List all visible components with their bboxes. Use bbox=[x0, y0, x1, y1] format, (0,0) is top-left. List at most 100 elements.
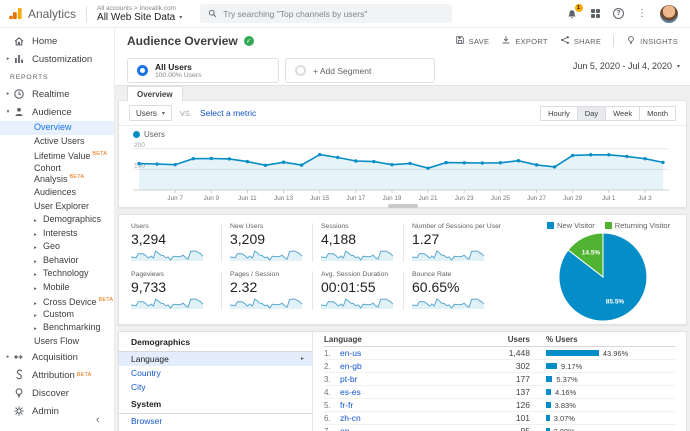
sidebar-item-mobile[interactable]: ▸Mobile bbox=[0, 281, 114, 295]
sidebar-item-overview[interactable]: Overview bbox=[0, 121, 114, 135]
sidebar-item-home[interactable]: Home bbox=[0, 32, 114, 50]
dimension-country[interactable]: Country bbox=[119, 366, 312, 380]
metric-value: 4,188 bbox=[321, 231, 397, 247]
language-link[interactable]: fr-fr bbox=[340, 400, 470, 410]
sidebar-item-lifetime-value[interactable]: Lifetime ValueBETA bbox=[0, 148, 114, 162]
language-link[interactable]: zh-cn bbox=[340, 413, 470, 423]
sidebar-item-users-flow[interactable]: Users Flow bbox=[0, 335, 114, 349]
date-range-selector[interactable]: Jun 5, 2020 - Jul 4, 2020 ▾ bbox=[573, 61, 680, 71]
svg-text:Jun 19: Jun 19 bbox=[383, 195, 402, 202]
column-header-users[interactable]: Users bbox=[470, 335, 530, 344]
granularity-day[interactable]: Day bbox=[577, 106, 606, 121]
sidebar-item-audience[interactable]: ▾Audience bbox=[0, 103, 114, 121]
metric-selector-dropdown[interactable]: Users ▾ bbox=[129, 105, 172, 121]
action-label: INSIGHTS bbox=[640, 37, 678, 46]
pct-users-cell: 3.83% bbox=[546, 401, 676, 410]
pct-bar bbox=[546, 389, 551, 395]
metrics-panel: Users3,294New Users3,209Sessions4,188Num… bbox=[118, 214, 687, 325]
sidebar-nav: Home▸CustomizationREPORTS▸Realtime▾Audie… bbox=[0, 28, 115, 431]
sidebar-item-demographics[interactable]: ▸Demographics bbox=[0, 213, 114, 227]
pct-value: 5.37% bbox=[556, 375, 577, 384]
metric-label: Avg. Session Duration bbox=[321, 271, 397, 278]
segment-label: All Users bbox=[155, 62, 201, 72]
add-segment-button[interactable]: + Add Segment bbox=[285, 58, 435, 83]
language-link[interactable]: pt-br bbox=[340, 374, 470, 384]
sidebar-item-realtime[interactable]: ▸Realtime bbox=[0, 85, 114, 103]
tab-overview[interactable]: Overview bbox=[127, 86, 183, 101]
sidebar-item-geo[interactable]: ▸Geo bbox=[0, 240, 114, 254]
action-label: EXPORT bbox=[515, 37, 548, 46]
search-bar[interactable]: Try searching "Top channels by users" bbox=[200, 4, 452, 23]
table-row: 5.fr-fr1263.83% bbox=[324, 399, 676, 412]
chevron-down-icon: ▾ bbox=[677, 63, 680, 70]
sidebar-item-label: Overview bbox=[34, 122, 72, 132]
chevron-right-icon[interactable]: ▸ bbox=[4, 56, 12, 62]
export-button[interactable]: EXPORT bbox=[501, 35, 548, 47]
language-link[interactable]: en-gb bbox=[340, 361, 470, 371]
column-header-language[interactable]: Language bbox=[324, 335, 470, 344]
dimension-browser[interactable]: Browser bbox=[119, 414, 312, 428]
granularity-hourly[interactable]: Hourly bbox=[540, 106, 578, 121]
more-menu-icon[interactable]: ⋮ bbox=[637, 9, 647, 19]
sidebar-collapse-button[interactable]: ‹ bbox=[96, 414, 100, 426]
save-button[interactable]: SAVE bbox=[455, 35, 490, 47]
account-breadcrumb: All accounts > Inovatik.com bbox=[97, 5, 182, 12]
help-icon[interactable]: ? bbox=[613, 8, 624, 19]
table-row: 1.en-us1,44843.96% bbox=[324, 347, 676, 360]
metric-value: 1.27 bbox=[412, 231, 489, 247]
sidebar-item-technology[interactable]: ▸Technology bbox=[0, 267, 114, 281]
pct-users-cell: 3.07% bbox=[546, 414, 676, 423]
sidebar-item-customization[interactable]: ▸Customization bbox=[0, 50, 114, 68]
sidebar-item-benchmarking[interactable]: ▸Benchmarking bbox=[0, 321, 114, 335]
chart-scrollbar[interactable] bbox=[388, 204, 418, 208]
analytics-logo[interactable]: Analytics bbox=[8, 6, 76, 21]
apps-grid-icon[interactable] bbox=[591, 9, 601, 19]
column-header-pct-users[interactable]: % Users bbox=[546, 335, 676, 344]
chevron-down-icon: ▾ bbox=[162, 110, 165, 117]
sidebar-item-active-users[interactable]: Active Users bbox=[0, 135, 114, 149]
chevron-right-icon: ▸ bbox=[301, 352, 304, 366]
sidebar-item-user-explorer[interactable]: User Explorer bbox=[0, 200, 114, 214]
language-link[interactable]: es-es bbox=[340, 387, 470, 397]
sidebar-item-interests[interactable]: ▸Interests bbox=[0, 227, 114, 241]
language-link[interactable]: en-us bbox=[340, 348, 470, 358]
notifications-button[interactable]: 1 bbox=[566, 7, 578, 20]
sidebar-item-label: Interests bbox=[43, 228, 78, 238]
share-button[interactable]: SHARE bbox=[560, 35, 601, 47]
sidebar-item-discover[interactable]: Discover bbox=[0, 384, 114, 402]
divider bbox=[613, 35, 614, 47]
pct-value: 4.16% bbox=[555, 388, 576, 397]
pct-users-cell: 2.88% bbox=[546, 427, 676, 431]
svg-text:Jun 27: Jun 27 bbox=[527, 195, 546, 202]
table-row: 2.en-gb3029.17% bbox=[324, 360, 676, 373]
segment-circle-icon bbox=[137, 65, 148, 76]
granularity-week[interactable]: Week bbox=[605, 106, 640, 121]
chevron-right-icon[interactable]: ▸ bbox=[4, 91, 12, 97]
sidebar-item-acquisition[interactable]: ▸Acquisition bbox=[0, 348, 114, 366]
pct-value: 9.17% bbox=[561, 362, 582, 371]
language-link[interactable]: en bbox=[340, 426, 470, 431]
sidebar-item-cross-device[interactable]: ▸Cross DeviceBETA bbox=[0, 294, 114, 308]
chevron-down-icon[interactable]: ▾ bbox=[4, 109, 12, 115]
account-switcher[interactable]: All accounts > Inovatik.com All Web Site… bbox=[97, 5, 182, 23]
pct-value: 3.07% bbox=[554, 414, 575, 423]
sidebar-item-label: Mobile bbox=[43, 282, 70, 292]
sidebar-item-custom[interactable]: ▸Custom bbox=[0, 308, 114, 322]
sidebar-item-cohort-analysis[interactable]: Cohort AnalysisBETA bbox=[0, 162, 114, 187]
users-count: 95 bbox=[470, 426, 530, 431]
dimension-language[interactable]: Language▸ bbox=[119, 352, 312, 366]
sidebar-item-behavior[interactable]: ▸Behavior bbox=[0, 254, 114, 268]
chevron-right-icon[interactable]: ▸ bbox=[4, 354, 12, 360]
granularity-month[interactable]: Month bbox=[639, 106, 676, 121]
user-avatar[interactable] bbox=[660, 5, 678, 23]
insights-button[interactable]: INSIGHTS bbox=[626, 35, 678, 47]
select-metric-link[interactable]: Select a metric bbox=[200, 108, 256, 118]
dimension-city[interactable]: City bbox=[119, 380, 312, 394]
sidebar-item-attribution[interactable]: AttributionBETA bbox=[0, 366, 114, 384]
legend-new-visitor: New Visitor bbox=[547, 221, 595, 230]
segment-all-users[interactable]: All Users 100.00% Users bbox=[127, 58, 279, 83]
sidebar-item-audiences[interactable]: Audiences bbox=[0, 186, 114, 200]
export-icon bbox=[501, 35, 511, 47]
sidebar-item-label: User Explorer bbox=[34, 201, 89, 211]
legend-returning-visitor: Returning Visitor bbox=[605, 221, 670, 230]
